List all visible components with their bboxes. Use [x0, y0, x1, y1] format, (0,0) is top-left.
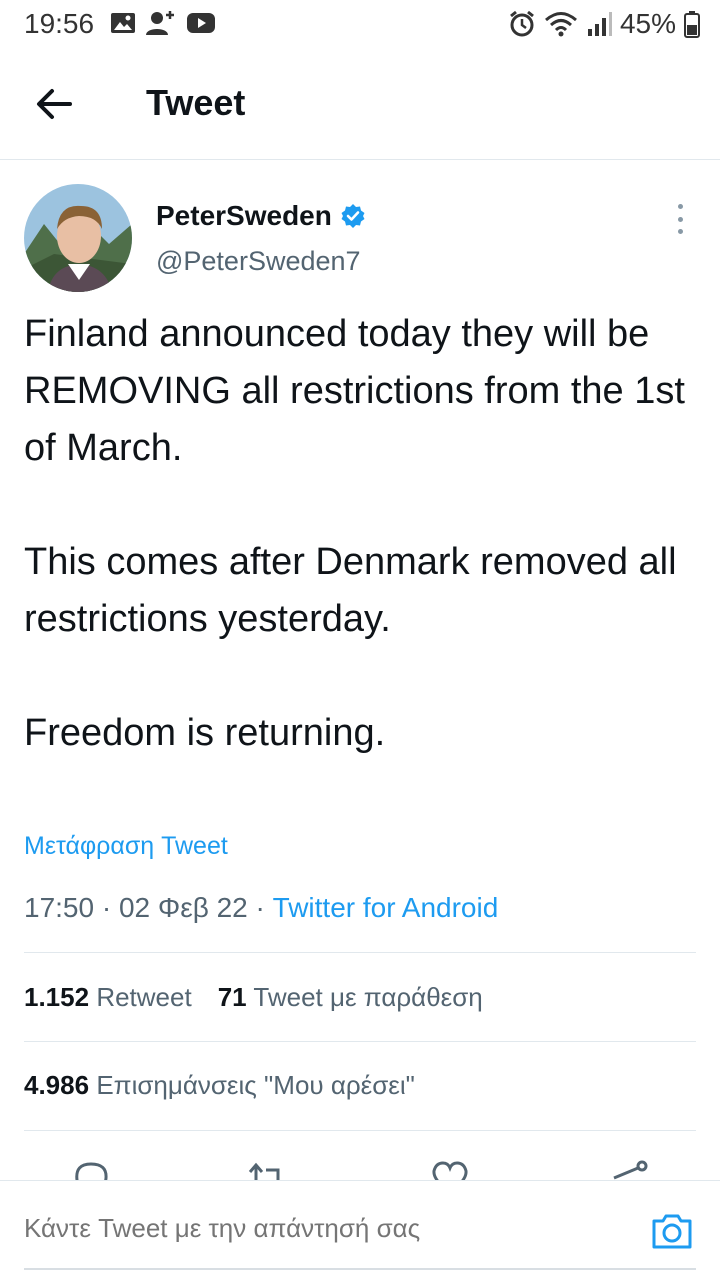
tweet-meta: 17:50 · 02 Φεβ 22 · Twitter for Android	[24, 892, 499, 923]
translate-tweet-link[interactable]: Μετάφραση Tweet	[24, 832, 228, 861]
signal-icon	[587, 12, 612, 36]
page-title: Tweet	[146, 82, 246, 123]
likes-stats-row: 4.986 Επισημάνσεις "Μου αρέσει"	[24, 1070, 415, 1101]
author-name[interactable]: PeterSweden	[156, 200, 366, 232]
divider	[24, 1130, 696, 1131]
app-bar: Tweet	[0, 48, 720, 160]
back-arrow-icon	[37, 89, 72, 119]
like-icon[interactable]	[430, 1160, 470, 1180]
tweet-time: 17:50	[24, 892, 95, 923]
more-options-icon[interactable]	[670, 204, 690, 234]
retweet-stats-row: 1.152 Retweet 71 Tweet με παράθεση	[24, 982, 483, 1013]
tweet-text: Finland announced today they will be REM…	[24, 306, 704, 762]
author-handle[interactable]: @PeterSweden7	[156, 246, 361, 277]
tweet-actions	[0, 1150, 720, 1180]
status-bar: 19:56 45%	[0, 0, 720, 48]
retweets-stat[interactable]: 1.152 Retweet	[24, 982, 192, 1013]
reply-input[interactable]	[24, 1213, 624, 1244]
tweet-paragraph-1: Finland announced today they will be REM…	[24, 313, 685, 469]
reply-icon[interactable]	[72, 1160, 110, 1180]
retweets-label: Retweet	[96, 982, 192, 1012]
camera-icon[interactable]	[650, 1211, 694, 1251]
back-button[interactable]	[30, 82, 78, 126]
share-icon[interactable]	[610, 1160, 650, 1180]
youtube-notification-icon	[187, 13, 215, 33]
avatar-image	[24, 184, 132, 292]
verified-badge-icon	[341, 204, 365, 228]
add-contact-notification-icon	[146, 11, 174, 35]
divider	[24, 1041, 696, 1042]
reply-bar	[0, 1180, 720, 1280]
author-name-text: PeterSweden	[156, 200, 332, 231]
battery-percent: 45%	[619, 8, 676, 39]
likes-stat[interactable]: 4.986 Επισημάνσεις "Μου αρέσει"	[24, 1070, 415, 1101]
image-notification-icon	[111, 13, 135, 33]
likes-count: 4.986	[24, 1070, 90, 1100]
wifi-icon	[544, 12, 577, 37]
divider	[24, 952, 696, 953]
likes-label: Επισημάνσεις "Μου αρέσει"	[96, 1070, 415, 1100]
retweets-count: 1.152	[24, 982, 90, 1012]
tweet-paragraph-2: This comes after Denmark removed all res…	[24, 541, 677, 640]
avatar[interactable]	[24, 184, 132, 292]
battery-icon	[684, 11, 700, 38]
quotes-label: Tweet με παράθεση	[253, 982, 483, 1012]
tweet-source-link[interactable]: Twitter for Android	[273, 892, 499, 923]
tweet-date: 02 Φεβ 22	[118, 892, 248, 923]
tweet-paragraph-3: Freedom is returning.	[24, 712, 386, 754]
alarm-icon	[510, 10, 534, 37]
retweet-icon[interactable]	[246, 1160, 288, 1180]
quotes-stat[interactable]: 71 Tweet με παράθεση	[218, 982, 483, 1013]
quotes-count: 71	[217, 982, 247, 1012]
reply-underline	[24, 1268, 696, 1270]
status-time: 19:56	[24, 8, 95, 39]
